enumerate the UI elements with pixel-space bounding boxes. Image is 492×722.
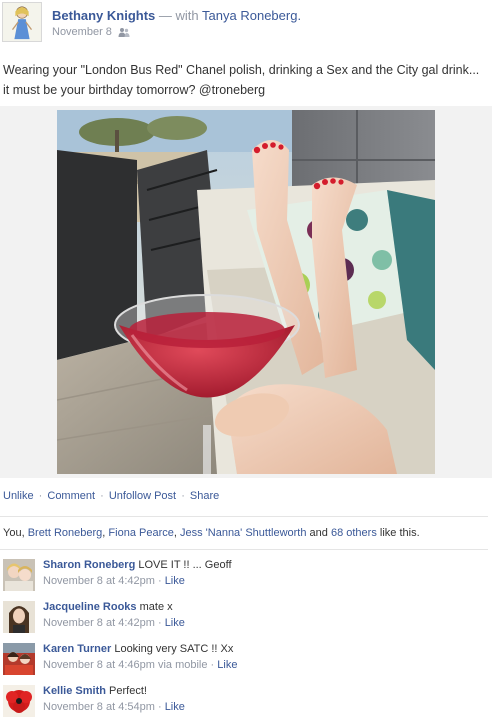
comment-timestamp[interactable]: November 8 at 4:42pm	[43, 617, 155, 629]
liker-link[interactable]: Brett Roneberg	[28, 527, 103, 539]
divider	[0, 549, 488, 550]
feed-post: Bethany Knights — with Tanya Roneberg. N…	[0, 0, 492, 722]
post-action-bar: Unlike · Comment · Unfollow Post · Share	[3, 490, 219, 502]
separator: ·	[100, 490, 104, 502]
comment-meta: November 8 at 4:54pm · Like	[43, 701, 185, 713]
comment-timestamp[interactable]: November 8 at 4:46pm	[43, 659, 155, 671]
tagged-friend-link[interactable]: Tanya Roneberg.	[202, 8, 301, 23]
post-status-text: Wearing your "London Bus Red" Chanel pol…	[3, 63, 480, 97]
post-meta: November 8	[52, 26, 130, 38]
commenter-photo	[3, 559, 35, 591]
comment-text: Looking very SATC !! Xx	[114, 643, 234, 655]
commenter-avatar[interactable]	[3, 685, 35, 717]
comment-item: Jacqueline Rooks mate x November 8 at 4:…	[0, 601, 492, 643]
comment-author-link[interactable]: Kellie Smith	[43, 685, 106, 697]
liker-link[interactable]: Fiona Pearce	[108, 527, 173, 539]
cocktail-photo-image	[57, 110, 435, 474]
author-profile-picture[interactable]	[2, 2, 42, 42]
commenter-avatar[interactable]	[3, 601, 35, 633]
separator: ·	[157, 617, 162, 629]
comment-body: Kellie Smith Perfect! November 8 at 4:54…	[43, 685, 185, 713]
comment-text: mate x	[139, 601, 173, 613]
post-header: Bethany Knights — with Tanya Roneberg. N…	[0, 0, 492, 52]
author-avatar-drawing	[3, 3, 41, 41]
comment-timestamp[interactable]: November 8 at 4:42pm	[43, 575, 155, 587]
separator: ·	[181, 490, 185, 502]
comment-text: Perfect!	[109, 685, 147, 697]
separator: ·	[157, 701, 162, 713]
comment-like-link[interactable]: Like	[165, 701, 185, 713]
comment-author-link[interactable]: Karen Turner	[43, 643, 111, 655]
likes-others-link[interactable]: 68 others	[331, 527, 377, 539]
comment-author-link[interactable]: Sharon Roneberg	[43, 559, 135, 571]
likes-you: You,	[3, 527, 25, 539]
likes-summary: You, Brett Roneberg, Fiona Pearce, Jess …	[3, 527, 420, 539]
post-timestamp-link[interactable]: November 8	[52, 26, 112, 38]
comment-meta: November 8 at 4:42pm · Like	[43, 617, 185, 629]
comment-meta: November 8 at 4:42pm · Like	[43, 575, 232, 587]
comment-like-link[interactable]: Like	[165, 617, 185, 629]
comment-body: Karen Turner Looking very SATC !! Xx Nov…	[43, 643, 237, 671]
comment-text: LOVE IT !! ... Geoff	[138, 559, 232, 571]
liker-link[interactable]: Jess 'Nanna' Shuttleworth	[180, 527, 307, 539]
unfollow-post-link[interactable]: Unfollow Post	[109, 490, 176, 502]
post-photo[interactable]	[57, 110, 435, 474]
separator: ·	[210, 659, 215, 671]
comment-author-link[interactable]: Jacqueline Rooks	[43, 601, 137, 613]
likes-separator: ,	[102, 527, 106, 539]
comment-via: via mobile	[157, 659, 208, 671]
comment-link[interactable]: Comment	[47, 490, 95, 502]
comment-item: Karen Turner Looking very SATC !! Xx Nov…	[0, 643, 492, 685]
divider	[0, 516, 488, 517]
separator: ·	[157, 575, 162, 587]
commenter-avatar[interactable]	[3, 559, 35, 591]
separator: ·	[38, 490, 43, 502]
commenter-avatar[interactable]	[3, 643, 35, 675]
author-name-link[interactable]: Bethany Knights	[52, 8, 155, 23]
comment-item: Kellie Smith Perfect! November 8 at 4:54…	[0, 685, 492, 722]
share-link[interactable]: Share	[190, 490, 219, 502]
comment-meta: November 8 at 4:46pm via mobile · Like	[43, 659, 237, 671]
photo-container	[0, 106, 492, 478]
likes-and: and	[309, 527, 328, 539]
comment-timestamp[interactable]: November 8 at 4:54pm	[43, 701, 155, 713]
author-line: Bethany Knights — with Tanya Roneberg.	[52, 8, 301, 23]
comment-item: Sharon Roneberg LOVE IT !! ... Geoff Nov…	[0, 559, 492, 601]
likes-separator: ,	[173, 527, 177, 539]
friends-icon[interactable]	[118, 27, 130, 37]
commenter-photo	[3, 643, 35, 675]
commenter-photo	[3, 685, 35, 717]
comment-like-link[interactable]: Like	[165, 575, 185, 587]
likes-suffix: like this.	[379, 527, 420, 539]
with-text: — with	[158, 8, 199, 23]
comment-like-link[interactable]: Like	[217, 659, 237, 671]
commenter-photo	[3, 601, 35, 633]
unlike-link[interactable]: Unlike	[3, 490, 34, 502]
comment-body: Jacqueline Rooks mate x November 8 at 4:…	[43, 601, 185, 629]
comment-body: Sharon Roneberg LOVE IT !! ... Geoff Nov…	[43, 559, 232, 587]
